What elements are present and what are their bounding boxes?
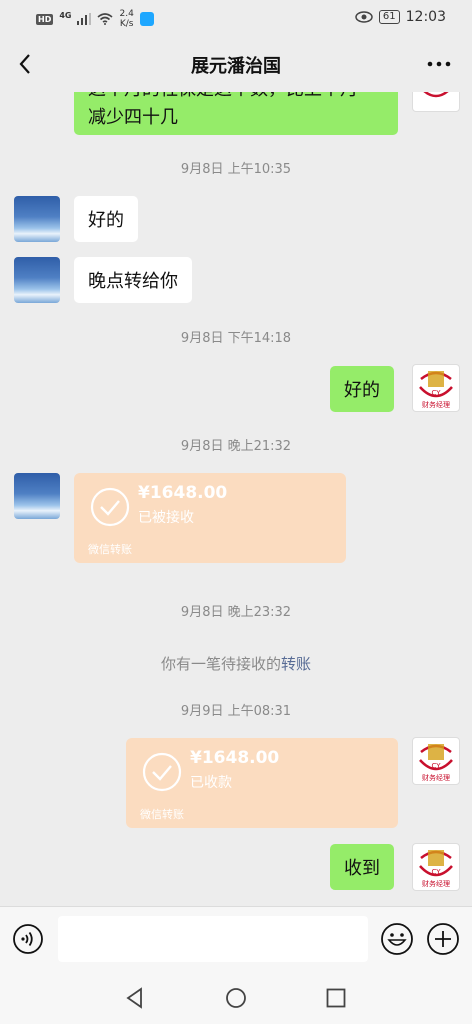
input-bar (0, 906, 472, 971)
app-notification-icon (139, 12, 154, 26)
eye-icon (355, 11, 373, 23)
avatar-self[interactable]: CY 财务经理 (412, 737, 460, 785)
transfer-link[interactable]: 转账 (281, 655, 311, 673)
checkmark-circle-icon (142, 752, 182, 792)
svg-text:财务经理: 财务经理 (422, 773, 450, 782)
avatar-contact[interactable] (14, 196, 60, 242)
checkmark-circle-icon (90, 487, 130, 527)
transfer-card[interactable]: ¥1648.00 已收款 微信转账 (126, 738, 398, 828)
company-logo-icon (423, 92, 449, 98)
timestamp: 9月9日 上午08:31 (180, 704, 292, 719)
svg-text:CY: CY (431, 868, 441, 876)
network-type: 4G (59, 10, 72, 20)
timestamp: 9月8日 上午10:35 (180, 162, 292, 177)
message-bubble-outgoing[interactable]: 收到 (330, 844, 394, 890)
svg-text:财务经理: 财务经理 (422, 879, 450, 888)
transfer-card[interactable]: ¥1648.00 已被接收 微信转账 (74, 473, 346, 563)
battery-icon: 61 (378, 10, 400, 24)
message-input[interactable] (58, 916, 368, 962)
emoji-icon[interactable] (380, 922, 414, 956)
message-bubble-outgoing[interactable]: 好的 (330, 366, 394, 412)
timestamp: 9月8日 晚上21:32 (180, 439, 292, 454)
message-text: 减少四十几 (88, 107, 178, 128)
message-text: 这个月的社保是这个数，比上个月 (88, 92, 384, 104)
timestamp: 9月8日 下午14:18 (180, 331, 292, 346)
message-bubble-incoming[interactable]: 好的 (74, 196, 138, 242)
transfer-amount: ¥1648.00 (190, 748, 280, 768)
signal-icon (77, 13, 92, 25)
transfer-status: 已收款 (190, 775, 232, 791)
svg-text:CY: CY (431, 389, 441, 397)
svg-text:CY: CY (431, 762, 441, 770)
avatar-contact[interactable] (14, 257, 60, 303)
system-message: 你有一笔待接收的转账 (160, 655, 312, 673)
message-text: 好的 (344, 380, 380, 401)
clock: 12:03 (405, 9, 446, 25)
company-logo-icon: CY 财务经理 (419, 371, 453, 409)
plus-icon[interactable] (426, 922, 460, 956)
transfer-footer: 微信转账 (140, 808, 184, 821)
avatar-self[interactable]: CY 财务经理 (412, 843, 460, 891)
voice-icon[interactable] (12, 923, 44, 955)
message-text: 晚点转给你 (88, 271, 178, 292)
wifi-icon (97, 13, 114, 25)
message-bubble-incoming[interactable]: 晚点转给你 (74, 257, 192, 303)
transfer-amount: ¥1648.00 (138, 483, 228, 503)
avatar-contact[interactable] (14, 473, 60, 519)
message-bubble-outgoing[interactable]: 这个月的社保是这个数，比上个月 减少四十几 (74, 92, 398, 135)
company-logo-icon: CY 财务经理 (419, 744, 453, 782)
message-text: 收到 (344, 858, 380, 879)
transfer-footer: 微信转账 (88, 543, 132, 556)
back-triangle-icon[interactable] (124, 987, 146, 1009)
svg-text:财务经理: 财务经理 (422, 400, 450, 409)
status-bar: HD 4G 2.4 K/s 61 12:03 (0, 0, 472, 36)
transfer-status: 已被接收 (138, 510, 194, 526)
net-speed: 2.4 K/s (119, 9, 134, 29)
company-logo-icon: CY 财务经理 (419, 850, 453, 888)
recents-square-icon[interactable] (325, 987, 347, 1009)
chat-header: 展元潘治国 (0, 36, 472, 92)
hd-badge: HD (36, 13, 54, 25)
timestamp: 9月8日 晚上23:32 (180, 605, 292, 620)
chat-title: 展元潘治国 (191, 56, 281, 77)
system-navigation-bar (0, 970, 472, 1024)
avatar-self[interactable]: CY 财务经理 (412, 364, 460, 412)
chat-area[interactable]: 这个月的社保是这个数，比上个月 减少四十几 9月8日 上午10:35 好的 晚点… (0, 92, 472, 906)
avatar-self[interactable] (412, 92, 460, 112)
home-circle-icon[interactable] (225, 987, 247, 1009)
ellipsis-icon[interactable] (426, 52, 452, 76)
message-text: 好的 (88, 210, 124, 231)
